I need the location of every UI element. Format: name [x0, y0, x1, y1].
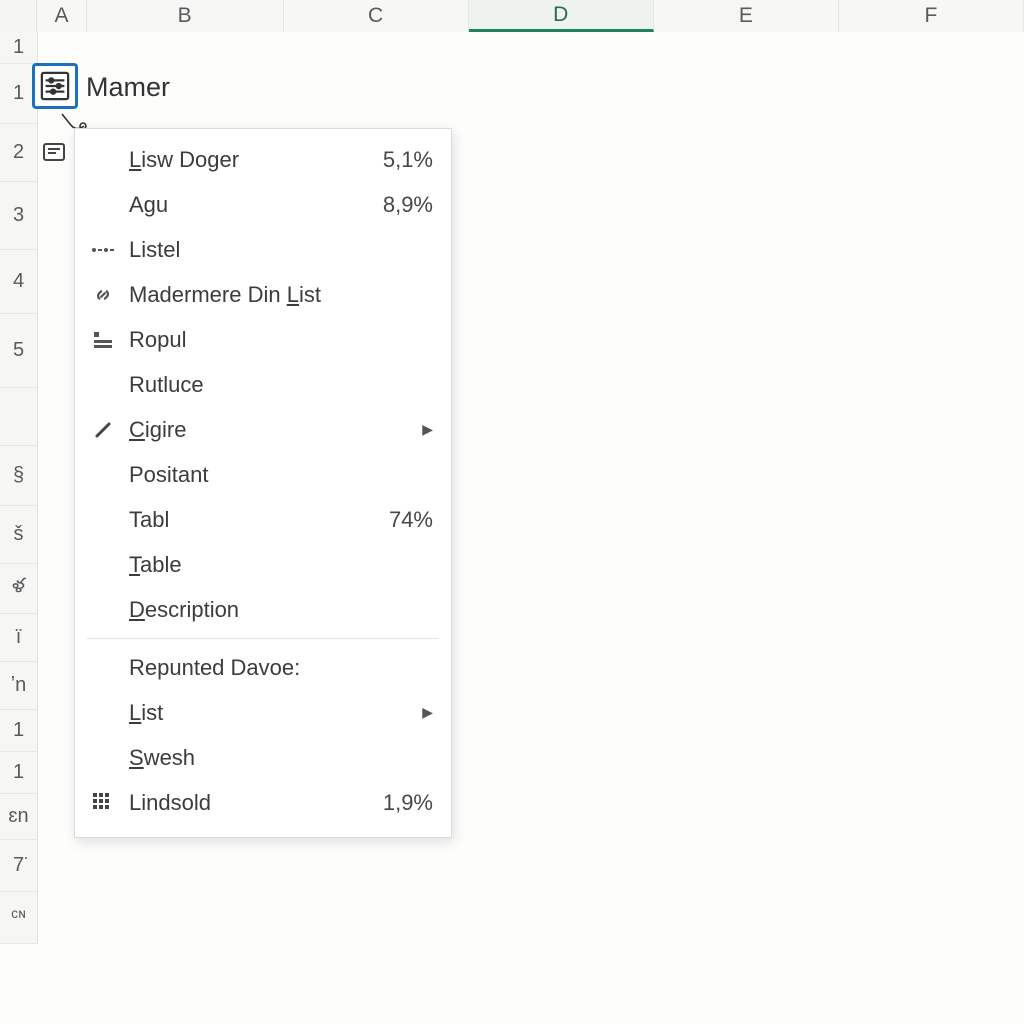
menu-item-label: Repunted Davoe:	[129, 655, 433, 681]
menu-item-label: Ropul	[129, 327, 433, 353]
column-headers: ABCDEF	[0, 0, 1024, 32]
row-head[interactable]: 1	[0, 710, 38, 752]
menu-item-listel[interactable]: Listel	[75, 227, 451, 272]
menu-item-value: 5,1%	[383, 147, 433, 173]
column-head-a[interactable]: A	[37, 0, 86, 32]
column-head-f[interactable]: F	[839, 0, 1024, 32]
menu-item-swesh[interactable]: Swesh	[75, 735, 451, 780]
column-head-e[interactable]: E	[654, 0, 839, 32]
menu-item-positant[interactable]: Positant	[75, 452, 451, 497]
menu-item-label: Lisw Doger	[129, 147, 383, 173]
row-head[interactable]: 3	[0, 182, 38, 250]
menu-item-lisw-doger[interactable]: Lisw Doger5,1%	[75, 137, 451, 182]
row-head[interactable]: 4	[0, 250, 38, 314]
menu-item-agu[interactable]: Agu8,9%	[75, 182, 451, 227]
row-head[interactable]: ɛn	[0, 794, 38, 840]
menu-item-value: 1,9%	[383, 790, 433, 816]
slash-icon	[87, 420, 119, 440]
menu-item-value: 74%	[389, 507, 433, 533]
row-head[interactable]: §	[0, 446, 38, 506]
sliders-icon[interactable]	[32, 63, 78, 109]
context-menu: Lisw Doger5,1%Agu8,9%ListelMadermere Din…	[74, 128, 452, 838]
menu-item-list[interactable]: List▶	[75, 690, 451, 735]
grid-icon	[87, 792, 119, 814]
chevron-right-icon: ▶	[422, 421, 433, 438]
menu-item-cigire[interactable]: Cigire▶	[75, 407, 451, 452]
menu-item-label: Madermere Din List	[129, 282, 433, 308]
row-headers: 112345§šళïʼn11ɛn7̈ᶜᶰ	[0, 32, 38, 944]
menu-item-repunted-davoe[interactable]: Repunted Davoe:	[75, 645, 451, 690]
card-icon[interactable]	[42, 140, 66, 164]
menu-item-madermere-din-list[interactable]: Madermere Din List	[75, 272, 451, 317]
menu-item-label: Tabl	[129, 507, 389, 533]
menu-item-label: Table	[129, 552, 433, 578]
link-icon	[87, 284, 119, 306]
chevron-right-icon: ▶	[422, 704, 433, 721]
column-head-d[interactable]: D	[469, 0, 654, 32]
spreadsheet-sheet: ABCDEF 112345§šళïʼn11ɛn7̈ᶜᶰ Mamer Lisw D…	[0, 0, 1024, 1024]
menu-item-table[interactable]: Table	[75, 542, 451, 587]
row-head[interactable]: 7̈	[0, 840, 38, 892]
row-head[interactable]: 5	[0, 314, 38, 388]
menu-item-description[interactable]: Description	[75, 587, 451, 632]
menu-item-label: List	[129, 700, 422, 726]
row-head[interactable]: 2	[0, 124, 38, 182]
select-all-corner[interactable]	[0, 0, 37, 32]
menu-item-lindsold[interactable]: Lindsold1,9%	[75, 780, 451, 825]
menu-separator	[87, 638, 439, 639]
menu-item-value: 8,9%	[383, 192, 433, 218]
row-head[interactable]: ళ	[0, 564, 38, 614]
row-head[interactable]: ᶜᶰ	[0, 892, 38, 944]
menu-item-ropul[interactable]: Ropul	[75, 317, 451, 362]
column-head-b[interactable]: B	[87, 0, 284, 32]
menu-item-rutluce[interactable]: Rutluce	[75, 362, 451, 407]
menu-item-tabl[interactable]: Tabl74%	[75, 497, 451, 542]
stack-icon	[87, 330, 119, 350]
row-head[interactable]	[0, 388, 38, 446]
menu-item-label: Agu	[129, 192, 383, 218]
row-head[interactable]: ʼn	[0, 662, 38, 710]
menu-item-label: Listel	[129, 237, 433, 263]
row-head[interactable]: 1	[0, 752, 38, 794]
row-head[interactable]: 1	[0, 32, 38, 64]
menu-item-label: Swesh	[129, 745, 433, 771]
cell-b1-text[interactable]: Mamer	[86, 72, 170, 103]
menu-item-label: Lindsold	[129, 790, 383, 816]
menu-item-label: Positant	[129, 462, 433, 488]
column-head-c[interactable]: C	[284, 0, 469, 32]
menu-item-label: Cigire	[129, 417, 422, 443]
menu-item-label: Description	[129, 597, 433, 623]
row-head[interactable]: š	[0, 506, 38, 564]
dots-split-icon	[87, 242, 119, 258]
menu-item-label: Rutluce	[129, 372, 433, 398]
row-head[interactable]: ï	[0, 614, 38, 662]
